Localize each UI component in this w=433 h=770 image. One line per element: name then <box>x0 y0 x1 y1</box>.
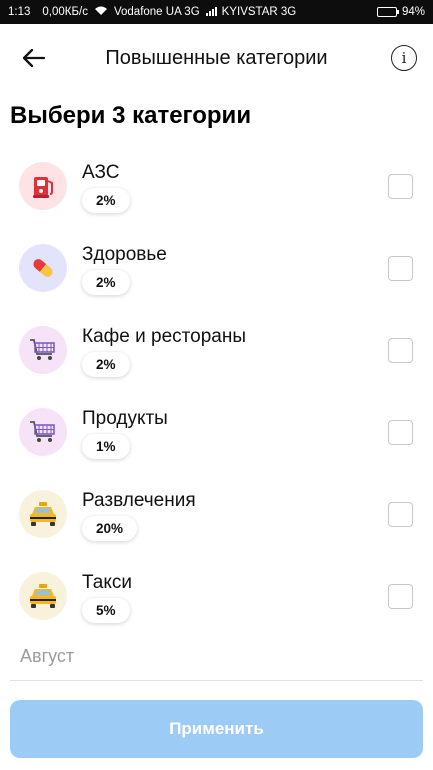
percent-badge: 5% <box>82 598 130 623</box>
percent-badge: 2% <box>82 352 130 377</box>
status-carrier-1: Vodafone UA 3G <box>113 6 200 18</box>
wifi-icon <box>94 6 108 19</box>
category-label: Такси <box>82 572 132 593</box>
info-icon: i <box>401 49 407 67</box>
icon-circle <box>19 326 67 374</box>
category-label: Здоровье <box>82 244 167 265</box>
signal-icon <box>205 6 218 18</box>
icon-circle <box>19 244 67 292</box>
fuel-pump-icon <box>33 177 53 198</box>
icon-circle <box>19 408 67 456</box>
battery-icon <box>376 7 399 17</box>
category-checkbox[interactable] <box>388 174 413 199</box>
battery-indicator: 94% <box>376 6 425 18</box>
page-title: Повышенные категории <box>105 46 328 69</box>
shopping-cart-icon <box>30 421 55 442</box>
list-item[interactable]: Развлечения 20% <box>0 473 433 555</box>
category-checkbox[interactable] <box>388 338 413 363</box>
icon-circle <box>19 572 67 620</box>
category-label: Кафе и рестораны <box>82 326 246 347</box>
arrow-left-icon <box>23 49 45 67</box>
icon-circle <box>19 162 67 210</box>
status-time: 1:13 <box>8 6 31 18</box>
category-checkbox[interactable] <box>388 584 413 609</box>
status-carrier-2: KYIVSTAR 3G <box>221 6 297 18</box>
list-item[interactable]: Кафе и рестораны 2% <box>0 309 433 391</box>
section-heading: Выбери 3 категории <box>10 102 252 129</box>
icon-circle <box>19 490 67 538</box>
category-label: Продукты <box>82 408 168 429</box>
battery-percent: 94% <box>401 6 425 18</box>
percent-badge: 2% <box>82 188 130 213</box>
category-label: Развлечения <box>82 490 196 511</box>
status-speed: 0,00КБ/с <box>42 6 88 18</box>
shopping-cart-icon <box>30 339 55 360</box>
list-item[interactable]: Здоровье 2% <box>0 227 433 309</box>
percent-badge: 20% <box>82 516 138 541</box>
list-item[interactable]: АЗС 2% <box>0 145 433 227</box>
month-label: Август <box>20 646 75 666</box>
percent-badge: 2% <box>82 270 130 295</box>
app-header: Повышенные категории i <box>0 24 433 92</box>
info-button[interactable]: i <box>391 45 417 71</box>
apply-button[interactable]: Применить <box>10 700 423 758</box>
taxi-icon <box>30 502 56 526</box>
divider <box>10 680 423 681</box>
pill-icon <box>33 259 53 277</box>
percent-badge: 1% <box>82 434 130 459</box>
list-item[interactable]: Продукты 1% <box>0 391 433 473</box>
category-label: АЗС <box>82 162 120 183</box>
category-checkbox[interactable] <box>388 502 413 527</box>
category-checkbox[interactable] <box>388 420 413 445</box>
list-item[interactable]: Такси 5% <box>0 555 433 637</box>
category-checkbox[interactable] <box>388 256 413 281</box>
status-bar: 1:13 0,00КБ/с Vodafone UA 3G KYIVSTAR 3G… <box>0 0 433 24</box>
back-button[interactable] <box>18 42 50 74</box>
category-list: АЗС 2% Здоровье 2% Кафе и рестораны 2% П… <box>0 145 433 637</box>
taxi-icon <box>30 584 56 608</box>
